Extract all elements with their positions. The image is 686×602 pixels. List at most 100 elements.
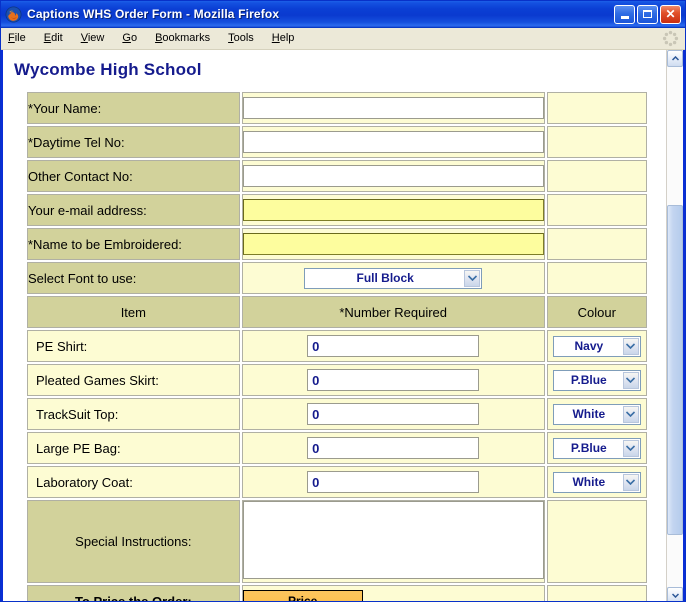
table-row-item: Large PE Bag: P.Blue (27, 432, 647, 464)
menu-bar: File Edit View Go Bookmarks Tools Help (1, 28, 685, 50)
menu-item-go[interactable]: Go (122, 31, 146, 46)
firefox-logo-icon (5, 6, 22, 23)
table-row-your-name: *Your Name: (27, 92, 647, 124)
embroidered-name-input[interactable] (242, 233, 544, 255)
table-row-item: Laboratory Coat: White (27, 466, 647, 498)
item-colour-cell-large-pe-bag: P.Blue (546, 432, 647, 464)
quantity-input-pe-shirt[interactable] (307, 335, 480, 357)
chevron-down-icon (622, 473, 639, 491)
colour-select-value: Navy (574, 338, 604, 353)
column-header-number-required: *Number Required (241, 296, 545, 328)
item-name-tracksuit-top: TrackSuit Top: (27, 398, 240, 430)
spacer-cell (546, 126, 647, 158)
label-select-font: Select Font to use: (27, 262, 240, 294)
table-row-price: To Price the Order: Price (27, 585, 647, 601)
label-your-name: *Your Name: (27, 92, 240, 124)
quantity-input-pleated-games-skirt[interactable] (307, 369, 480, 391)
order-form-table: *Your Name: *Daytime Tel No: Other Conta… (25, 90, 649, 601)
field-cell-your-name (241, 92, 545, 124)
item-quantity-cell-laboratory-coat (241, 466, 545, 498)
item-colour-cell-pleated-games-skirt: P.Blue (546, 364, 647, 396)
label-special-instructions: Special Instructions: (27, 500, 240, 583)
item-quantity-cell-pe-shirt (241, 330, 545, 362)
colour-select-large-pe-bag[interactable]: P.Blue (552, 437, 641, 459)
page-title: Wycombe High School (14, 60, 202, 79)
colour-select-laboratory-coat[interactable]: White (552, 471, 641, 493)
daytime-tel-input[interactable] (242, 131, 544, 153)
field-cell-font-select: Full Block (241, 262, 545, 294)
label-other-contact-no: Other Contact No: (27, 160, 240, 192)
table-row-embroidered-name: *Name to be Embroidered: (27, 228, 647, 260)
page-viewport: Wycombe High School *Your Name: *Daytime… (3, 50, 666, 601)
spacer-cell (546, 194, 647, 226)
spacer-cell (546, 500, 647, 583)
item-name-laboratory-coat: Laboratory Coat: (27, 466, 240, 498)
table-row-other-contact: Other Contact No: (27, 160, 647, 192)
label-name-to-be-embroidered: *Name to be Embroidered: (27, 228, 240, 260)
maximize-button[interactable] (637, 4, 658, 24)
table-row-select-font: Select Font to use: Full Block (27, 262, 647, 294)
quantity-input-tracksuit-top[interactable] (307, 403, 480, 425)
table-row-item: PE Shirt: Navy (27, 330, 647, 362)
font-select[interactable]: Full Block (304, 267, 483, 289)
colour-select-value: White (572, 406, 606, 421)
colour-select-pe-shirt[interactable]: Navy (552, 335, 641, 357)
quantity-input-large-pe-bag[interactable] (307, 437, 480, 459)
window-controls: ✕ (614, 4, 683, 24)
field-cell-special-instructions (241, 500, 545, 583)
order-form-page: Wycombe High School *Your Name: *Daytime… (3, 50, 666, 601)
spacer-cell (546, 160, 647, 192)
column-header-item: Item (27, 296, 240, 328)
menu-item-edit[interactable]: Edit (44, 31, 72, 46)
window-title: Captions WHS Order Form - Mozilla Firefo… (27, 7, 280, 21)
menu-item-help[interactable]: Help (272, 31, 304, 46)
spacer-cell (546, 262, 647, 294)
colour-select-pleated-games-skirt[interactable]: P.Blue (552, 369, 641, 391)
label-daytime-tel-no: *Daytime Tel No: (27, 126, 240, 158)
vertical-scrollbar[interactable] (666, 50, 683, 601)
scroll-up-button[interactable] (667, 50, 683, 67)
email-input[interactable] (242, 199, 544, 221)
menu-item-tools[interactable]: Tools (228, 31, 263, 46)
minimize-button[interactable] (614, 4, 635, 24)
item-quantity-cell-tracksuit-top (241, 398, 545, 430)
your-name-input[interactable] (242, 97, 544, 119)
menu-item-view[interactable]: View (81, 31, 114, 46)
item-name-pleated-games-skirt: Pleated Games Skirt: (27, 364, 240, 396)
chevron-down-icon (622, 405, 639, 423)
table-row-item: TrackSuit Top: White (27, 398, 647, 430)
other-contact-input[interactable] (242, 165, 544, 187)
item-colour-cell-laboratory-coat: White (546, 466, 647, 498)
chevron-down-icon (464, 269, 481, 287)
item-name-pe-shirt: PE Shirt: (27, 330, 240, 362)
menu-item-file[interactable]: File (8, 31, 35, 46)
close-icon: ✕ (665, 7, 676, 21)
maximize-icon (643, 10, 652, 18)
item-quantity-cell-large-pe-bag (241, 432, 545, 464)
spacer-cell (546, 92, 647, 124)
colour-select-value: P.Blue (570, 372, 607, 387)
vertical-scrollbar-thumb[interactable] (667, 205, 683, 535)
column-header-colour: Colour (546, 296, 647, 328)
title-bar: Captions WHS Order Form - Mozilla Firefo… (1, 1, 685, 28)
scroll-down-button[interactable] (667, 587, 683, 601)
menu-item-bookmarks[interactable]: Bookmarks (155, 31, 219, 46)
chevron-down-icon (622, 337, 639, 355)
field-cell-price-button: Price (241, 585, 545, 601)
item-colour-cell-tracksuit-top: White (546, 398, 647, 430)
firefox-window: Captions WHS Order Form - Mozilla Firefo… (0, 0, 686, 602)
price-button[interactable]: Price (242, 590, 363, 601)
colour-select-tracksuit-top[interactable]: White (552, 403, 641, 425)
minimize-icon (620, 15, 629, 19)
close-button[interactable]: ✕ (660, 4, 681, 24)
table-row-special-instructions: Special Instructions: (27, 500, 647, 583)
quantity-input-laboratory-coat[interactable] (307, 471, 480, 493)
spacer-cell (546, 585, 647, 601)
vertical-scrollbar-track[interactable] (667, 67, 683, 587)
label-to-price-the-order: To Price the Order: (27, 585, 240, 601)
table-row-email: Your e-mail address: (27, 194, 647, 226)
special-instructions-textarea[interactable] (242, 501, 544, 579)
colour-select-value: White (572, 474, 606, 489)
field-cell-other-contact (241, 160, 545, 192)
font-select-value: Full Block (356, 270, 414, 285)
